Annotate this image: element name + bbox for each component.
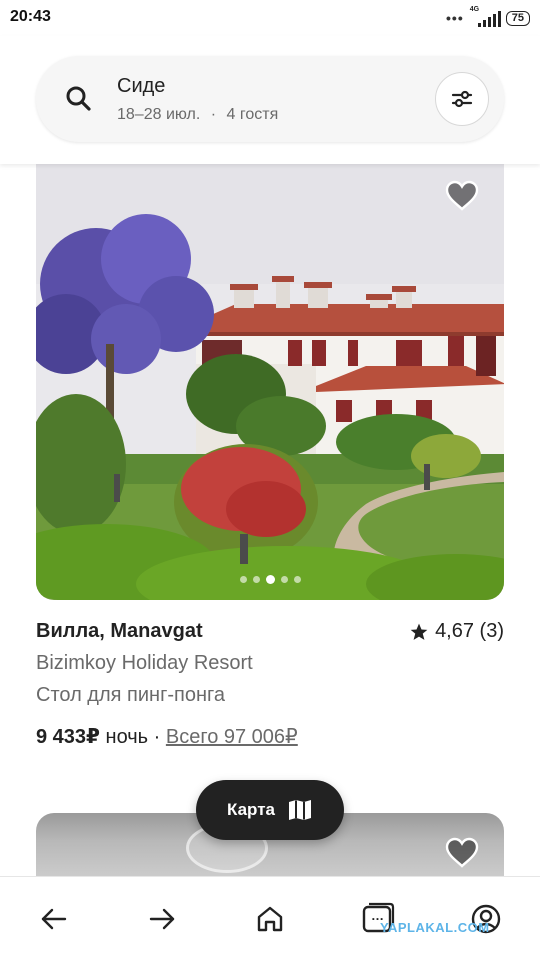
signal-icon: 4G <box>470 6 501 27</box>
search-bar[interactable]: Сиде 18–28 июл. · 4 гостя <box>36 56 504 142</box>
villa-photo <box>36 164 504 600</box>
listing-amenity: Стол для пинг-понга <box>36 684 225 706</box>
arrow-right-icon[interactable] <box>146 903 178 935</box>
listing-title[interactable]: Вилла, Manavgat <box>36 620 203 643</box>
photo-carousel-dots <box>36 575 504 584</box>
search-dates: 18–28 июл. <box>117 106 201 123</box>
price-separator: · <box>148 726 166 748</box>
carousel-dot[interactable] <box>265 575 275 584</box>
total-price-link[interactable]: Всего 97 006₽ <box>166 726 298 748</box>
battery-icon: 75 <box>505 10 530 26</box>
notification-dots-icon: ••• <box>446 10 464 26</box>
filter-sliders-icon <box>451 90 473 108</box>
search-guests: 4 гостя <box>226 106 279 123</box>
search-details: 18–28 июл. · 4 гостя <box>117 106 278 124</box>
star-icon <box>410 623 428 640</box>
price-row: 9 433₽ ночь · Всего 97 006₽ <box>36 724 298 749</box>
listing-photo[interactable] <box>36 164 504 600</box>
carousel-dot[interactable] <box>280 576 288 583</box>
rating-value: 4,67 (3) <box>435 620 504 642</box>
heart-icon[interactable] <box>444 835 480 871</box>
filter-button[interactable] <box>435 72 489 126</box>
arrow-left-icon[interactable] <box>38 903 70 935</box>
heart-icon[interactable] <box>444 178 480 214</box>
status-icons: ••• 4G 75 <box>446 6 530 28</box>
map-button[interactable]: Карта <box>196 780 344 840</box>
browser-bottom-bar: … <box>0 876 540 961</box>
search-separator: · <box>210 106 217 123</box>
clock: 20:43 <box>10 8 51 25</box>
carousel-dot[interactable] <box>293 576 301 583</box>
nightly-price: 9 433₽ <box>36 726 100 748</box>
carousel-dot[interactable] <box>239 576 247 583</box>
home-icon[interactable] <box>254 903 286 935</box>
watermark: YAPLAKAL.COM <box>380 920 490 935</box>
status-bar: 20:43 ••• 4G 75 <box>0 0 540 36</box>
search-header: Сиде 18–28 июл. · 4 гостя <box>0 36 540 164</box>
carousel-dot[interactable] <box>252 576 260 583</box>
map-button-label: Карта <box>227 800 275 819</box>
listing-name: Bizimkoy Holiday Resort <box>36 652 253 674</box>
search-icon <box>66 86 91 111</box>
map-icon <box>288 800 311 820</box>
listing-rating: 4,67 (3) <box>409 620 504 643</box>
price-unit: ночь <box>99 726 149 748</box>
search-destination: Сиде <box>117 75 166 97</box>
